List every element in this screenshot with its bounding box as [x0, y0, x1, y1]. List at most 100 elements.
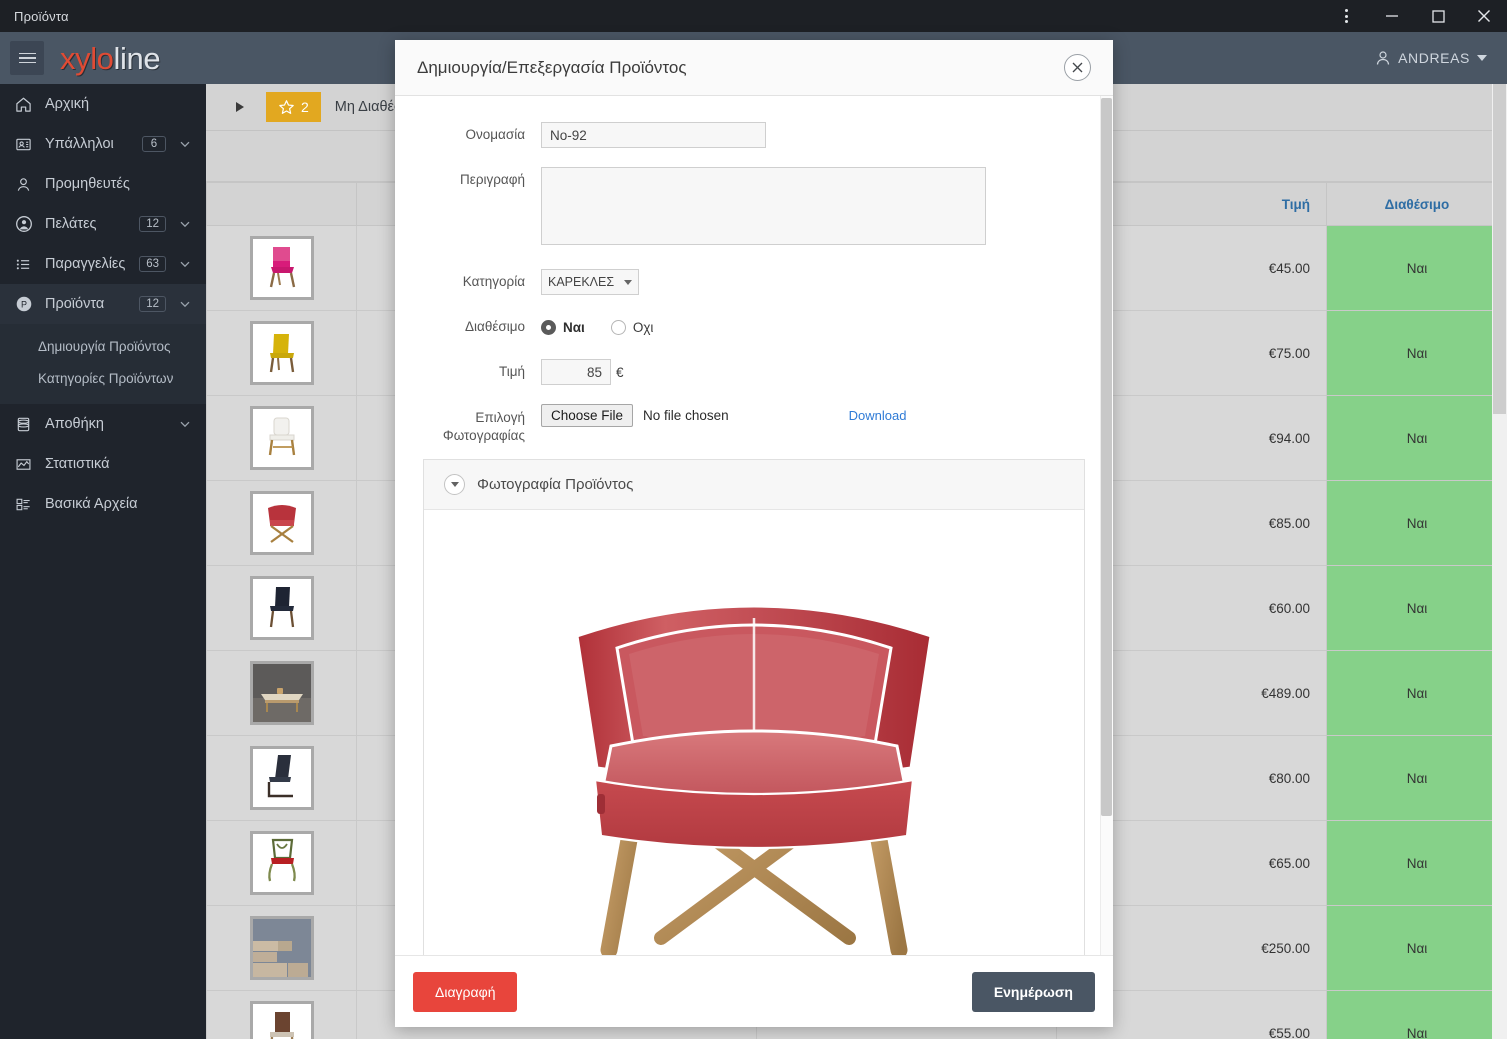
available-radio-no[interactable]: Οχι: [610, 319, 654, 335]
row-thumbnail[interactable]: [206, 565, 357, 651]
row-thumbnail[interactable]: [206, 650, 357, 736]
product-edit-dialog: Δημιουργία/Επεξεργασία Προϊόντος Ονομασί…: [395, 40, 1113, 1027]
home-icon: [14, 96, 33, 113]
sidebar-subitem-label: Κατηγορίες Προϊόντων: [38, 370, 174, 386]
dialog-close-button[interactable]: [1064, 54, 1091, 81]
field-row-description: Περιγραφή: [423, 167, 1085, 250]
currency-symbol: €: [616, 364, 624, 380]
chevron-down-icon[interactable]: [178, 218, 192, 230]
window-title: Προϊόντα: [14, 8, 69, 24]
triangle-right-icon[interactable]: [236, 102, 244, 112]
row-thumbnail[interactable]: [206, 735, 357, 821]
row-thumbnail[interactable]: [206, 310, 357, 396]
choose-file-button[interactable]: Choose File: [541, 404, 634, 427]
category-selected-value: ΚΑΡΕΚΛΕΣ: [548, 275, 615, 289]
chevron-down-icon[interactable]: [178, 258, 192, 270]
price-input[interactable]: 85: [541, 359, 611, 385]
window-close-button[interactable]: [1461, 0, 1507, 32]
content-scrollbar-thumb[interactable]: [1493, 84, 1506, 414]
product-thumb-chair-pink: [249, 236, 314, 300]
sidebar-item-label: Πελάτες: [45, 216, 97, 232]
user-icon: [1377, 51, 1390, 65]
chevron-down-icon[interactable]: [178, 298, 192, 310]
sidebar-item-warehouse[interactable]: Αποθήκη: [0, 404, 206, 444]
row-available: Ναι: [1326, 565, 1507, 651]
field-row-available: Διαθέσιμο Ναι Οχι: [423, 314, 1085, 340]
row-available: Ναι: [1326, 905, 1507, 991]
sidebar-subitem-product-categories[interactable]: Κατηγορίες Προϊόντων: [0, 362, 206, 394]
row-thumbnail[interactable]: [206, 990, 357, 1039]
window-menu-button[interactable]: [1323, 0, 1369, 32]
kebab-menu-icon: [1344, 9, 1348, 23]
window-title-bar: Προϊόντα: [0, 0, 1507, 32]
sidebar-item-orders[interactable]: Παραγγελίες 63: [0, 244, 206, 284]
delete-button[interactable]: Διαγραφή: [413, 971, 518, 1012]
product-photo-preview: [424, 510, 1084, 955]
chevron-down-icon[interactable]: [178, 418, 192, 430]
sidebar-item-label: Αποθήκη: [45, 416, 104, 432]
price-label: Τιμή: [498, 364, 525, 379]
row-thumbnail[interactable]: [206, 395, 357, 481]
update-button[interactable]: Ενημέρωση: [971, 971, 1095, 1012]
product-icon: P: [14, 295, 33, 313]
sidebar-item-home[interactable]: Αρχική: [0, 84, 206, 124]
close-icon: [1478, 10, 1490, 22]
dialog-scrollbar[interactable]: [1100, 96, 1113, 955]
available-no-label: Οχι: [632, 319, 654, 335]
sidebar-item-basic-files[interactable]: Βασικά Αρχεία: [0, 484, 206, 524]
sidebar-item-label: Αρχική: [45, 96, 90, 112]
row-thumbnail[interactable]: [206, 225, 357, 311]
user-name: ANDREAS: [1398, 50, 1470, 66]
radio-selected-icon: [541, 319, 556, 335]
row-thumbnail[interactable]: [206, 820, 357, 906]
col-header-available[interactable]: Διαθέσιμο: [1326, 182, 1507, 226]
name-input[interactable]: No-92: [541, 122, 766, 148]
product-photo-panel-header[interactable]: Φωτογραφία Προϊόντος: [424, 460, 1084, 510]
product-thumb-chair-black: [249, 746, 314, 810]
sidebar-item-label: Προμηθευτές: [45, 176, 130, 192]
star-count: 2: [301, 99, 309, 115]
description-textarea[interactable]: [541, 167, 986, 245]
chart-icon: [14, 456, 33, 473]
sidebar-item-customers[interactable]: Πελάτες 12: [0, 204, 206, 244]
dialog-body: Ονομασία No-92 Περιγραφή Κατηγορία ΚΑΡΕΚ…: [395, 96, 1113, 955]
minimize-icon: [1386, 15, 1398, 17]
col-header-thumb[interactable]: [206, 182, 357, 226]
download-link[interactable]: Download: [849, 408, 907, 423]
content-scrollbar[interactable]: [1492, 84, 1507, 1039]
field-row-price: Τιμή 85 €: [423, 359, 1085, 385]
available-label: Διαθέσιμο: [465, 319, 525, 334]
unavailable-count-chip[interactable]: 2: [266, 92, 321, 122]
product-thumb-stone-wall: [249, 916, 314, 980]
sidebar-item-label: Βασικά Αρχεία: [45, 496, 138, 512]
red-velvet-armchair-image: [575, 604, 933, 955]
available-radio-yes[interactable]: Ναι: [541, 319, 585, 335]
dialog-title: Δημιουργία/Επεξεργασία Προϊόντος: [417, 57, 687, 77]
sidebar-subitem-create-product[interactable]: Δημιουργία Προϊόντος: [0, 330, 206, 362]
product-thumb-chair-ornate: [249, 831, 314, 895]
dialog-scrollbar-thumb[interactable]: [1101, 98, 1112, 816]
window-maximize-button[interactable]: [1415, 0, 1461, 32]
chevron-down-icon: [1477, 55, 1487, 61]
sidebar-item-label: Υπάλληλοι: [45, 136, 114, 152]
sidebar-item-products[interactable]: P Προϊόντα 12: [0, 284, 206, 324]
category-select[interactable]: ΚΑΡΕΚΛΕΣ: [541, 269, 639, 295]
row-thumbnail[interactable]: [206, 905, 357, 991]
sidebar-item-suppliers[interactable]: Προμηθευτές: [0, 164, 206, 204]
sidebar-item-statistics[interactable]: Στατιστικά: [0, 444, 206, 484]
svg-text:P: P: [20, 300, 26, 310]
product-thumb-table-wood: [249, 661, 314, 725]
user-menu[interactable]: ANDREAS: [1375, 50, 1487, 66]
available-radio-group: Ναι Οχι: [541, 314, 1085, 340]
caret-down-icon[interactable]: [444, 474, 465, 495]
user-circle-icon: [14, 215, 33, 233]
sidebar-toggle-button[interactable]: [10, 41, 44, 75]
window-minimize-button[interactable]: [1369, 0, 1415, 32]
photo-label: Επιλογή Φωτογραφίας: [423, 404, 541, 445]
sidebar-item-employees[interactable]: Υπάλληλοι 6: [0, 124, 206, 164]
available-yes-label: Ναι: [563, 319, 585, 335]
chevron-down-icon[interactable]: [178, 138, 192, 150]
row-thumbnail[interactable]: [206, 480, 357, 566]
list-icon: [14, 256, 33, 273]
row-available: Ναι: [1326, 735, 1507, 821]
